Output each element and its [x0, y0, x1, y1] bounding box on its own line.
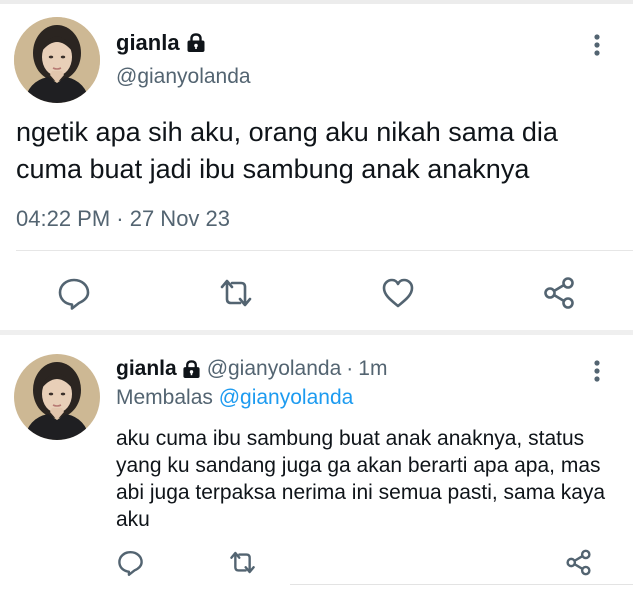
retweet-icon[interactable] [217, 275, 255, 311]
reply-icon[interactable] [56, 275, 92, 311]
display-name[interactable]: gianla [116, 357, 177, 381]
tweet-text: ngetik apa sih aku, orang aku nikah sama… [16, 117, 558, 184]
mention-link[interactable]: @gianyolanda [219, 386, 354, 409]
lock-icon [182, 359, 201, 379]
author-handle[interactable]: @gianyolanda [116, 65, 251, 89]
display-name[interactable]: gianla [116, 30, 180, 56]
tweet-timestamp[interactable]: 04:22 PM · 27 Nov 23 [16, 206, 230, 232]
more-options-icon[interactable] [591, 33, 603, 57]
bottom-divider [290, 584, 633, 585]
lock-icon [186, 33, 206, 53]
share-icon[interactable] [563, 547, 593, 577]
tweet-time-ago[interactable]: 1m [358, 357, 387, 381]
avatar[interactable] [14, 17, 100, 103]
tweet-text: aku cuma ibu sambung buat anak anaknya, … [116, 427, 606, 531]
more-options-icon[interactable] [591, 359, 603, 383]
author-name-row: gianla [116, 30, 206, 56]
divider [16, 250, 633, 251]
reply-header: gianla @gianyolanda · 1m [116, 357, 387, 381]
separator-dot: · [346, 357, 354, 380]
replying-label: Membalas [116, 386, 213, 409]
replying-to: Membalas @gianyolanda [116, 386, 353, 410]
author-handle[interactable]: @gianyolanda [207, 357, 342, 381]
like-icon[interactable] [380, 275, 416, 311]
main-tweet: gianla @gianyolanda ngetik apa sih aku, … [0, 4, 633, 330]
reply-icon[interactable] [116, 548, 144, 576]
retweet-icon[interactable] [227, 548, 257, 576]
avatar[interactable] [14, 354, 100, 440]
share-icon[interactable] [540, 274, 578, 312]
reply-tweet[interactable]: gianla @gianyolanda · 1m Membalas @giany… [0, 335, 633, 600]
